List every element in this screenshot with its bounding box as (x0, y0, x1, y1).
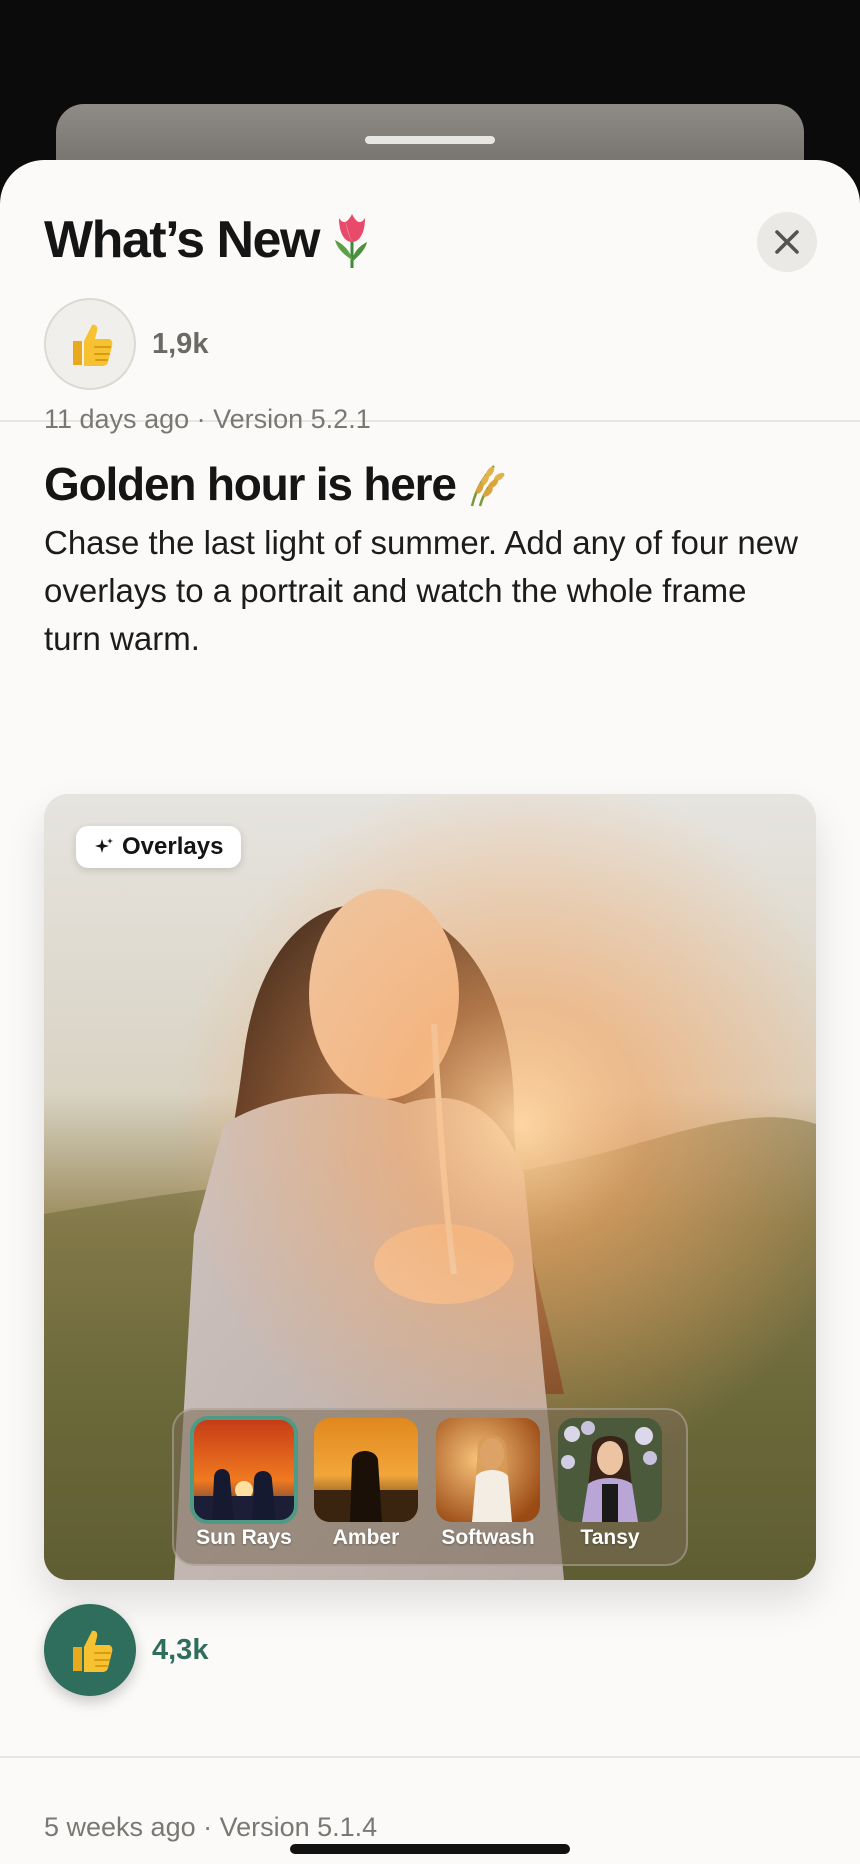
sheet-grabber[interactable] (365, 136, 495, 144)
sheaf-of-rice-icon (470, 465, 505, 507)
header-reaction-count: 1,9k (152, 327, 209, 360)
header-reactions: 1,9k (44, 298, 208, 390)
tulip-icon (334, 214, 367, 268)
overlay-option-tansy[interactable]: Tansy (558, 1418, 662, 1550)
overlay-label: Amber (332, 1526, 400, 1549)
entry-meta: 11 days ago · Version 5.2.1 (44, 404, 371, 434)
sparkle-icon (95, 838, 113, 853)
home-indicator (290, 1844, 570, 1854)
overlays-chip-label: Overlays (122, 833, 224, 860)
overlay-option-amber[interactable]: Amber (314, 1418, 418, 1550)
whats-new-sheet: What’s New 1,9k 11 days ago · Version 5.… (0, 160, 860, 1864)
entry-like-button[interactable] (44, 1604, 136, 1696)
overlay-option-softwash[interactable]: Softwash (436, 1418, 540, 1550)
overlay-picker: Sun Rays Amber Softwash Tansy (172, 1408, 688, 1566)
entry-title-text: Golden hour is here (44, 458, 457, 510)
overlays-chip[interactable]: Overlays (76, 826, 242, 868)
page-title: What’s New (44, 210, 375, 270)
overlay-thumbnail (436, 1418, 540, 1522)
close-button[interactable] (757, 212, 817, 272)
sheet-header: What’s New 1,9k (0, 160, 860, 422)
entry-meta: 5 weeks ago · Version 5.1.4 (44, 1812, 378, 1842)
entry-description: Chase the last light of summer. Add any … (44, 524, 798, 657)
entry-reactions: 4,3k (44, 1604, 208, 1696)
page-title-text: What’s New (44, 211, 320, 269)
entry-divider (0, 1756, 860, 1758)
overlay-thumbnail (190, 1416, 298, 1524)
release-entry: 5 weeks ago · Version 5.1.4 (44, 1812, 816, 1843)
overlay-thumbnail (558, 1418, 662, 1522)
thumbs-up-icon (73, 1630, 113, 1672)
entry-reaction-count: 4,3k (152, 1633, 209, 1666)
overlay-label: Sun Rays (196, 1526, 292, 1549)
feature-media[interactable]: Overlays Sun Rays Amber Softwash Tansy (44, 794, 816, 1580)
overlay-thumbnail (314, 1418, 418, 1522)
overlay-label: Softwash (441, 1526, 535, 1549)
thumbs-up-icon (73, 324, 113, 366)
entry-title: Golden hour is here (44, 457, 816, 511)
header-like-button[interactable] (44, 298, 136, 390)
overlay-label: Tansy (580, 1526, 640, 1549)
close-icon (775, 230, 799, 254)
release-entry: 11 days ago · Version 5.2.1 Golden hour … (44, 404, 816, 663)
overlay-option-sun-rays[interactable]: Sun Rays (190, 1416, 298, 1550)
